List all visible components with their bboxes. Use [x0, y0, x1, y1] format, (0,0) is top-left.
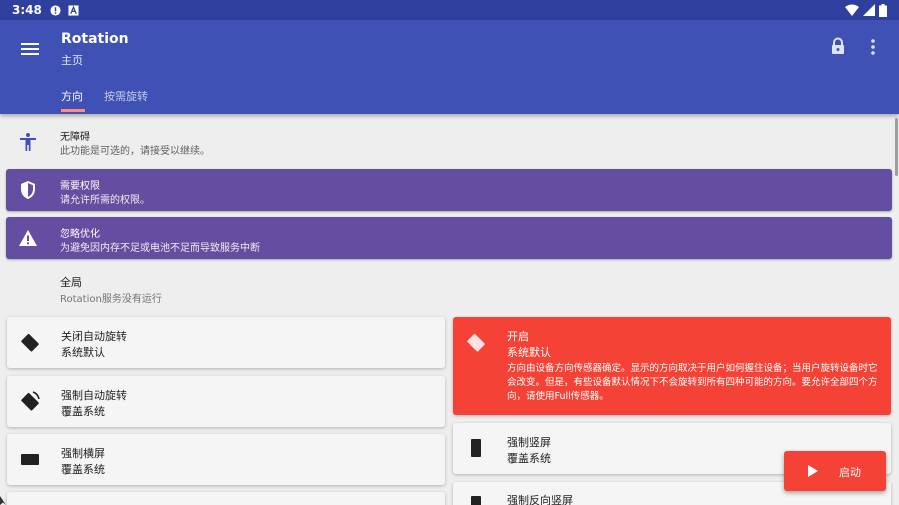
mouse-cursor-icon: [0, 496, 6, 505]
mode-subtitle: 覆盖系统: [507, 452, 551, 465]
warning-icon: [19, 230, 37, 246]
mode-auto-rotate-off[interactable]: 关闭自动旋转 系统默认: [7, 317, 445, 368]
reverse-portrait-icon: [471, 496, 481, 505]
menu-icon[interactable]: [18, 37, 42, 61]
more-vert-icon[interactable]: [864, 37, 882, 57]
mode-title: 开启: [507, 330, 529, 343]
lock-icon[interactable]: [829, 37, 847, 55]
status-bar: 3:48: [0, 0, 899, 20]
app-bar: Rotation 主页 方向 按需旋转: [0, 20, 899, 114]
optimization-title: 忽略优化: [60, 229, 100, 240]
scrollbar[interactable]: [895, 118, 898, 176]
permission-row[interactable]: 需要权限 请允许所需的权限。: [6, 169, 892, 211]
mode-description: 方向由设备方向传感器确定。显示的方向取决于用户如何握住设备；当用户旋转设备时它会…: [507, 363, 878, 402]
global-title: 全局: [60, 276, 82, 289]
play-icon: [808, 465, 818, 477]
tab-orientation[interactable]: 方向: [61, 88, 83, 104]
global-subtitle: Rotation服务没有运行: [60, 294, 162, 305]
mode-title: 强制反向竖屏: [507, 494, 573, 505]
landscape-icon: [21, 454, 39, 465]
shield-icon: [21, 181, 35, 199]
wifi-icon: [845, 4, 859, 16]
tab-on-demand-rotation[interactable]: 按需旋转: [104, 88, 148, 104]
start-button[interactable]: 启动: [784, 451, 886, 491]
permission-title: 需要权限: [60, 181, 100, 192]
mode-subtitle: 覆盖系统: [61, 463, 105, 476]
accessibility-row[interactable]: 无障碍 此功能是可选的，请接受以继续。: [6, 120, 892, 164]
mode-title: 强制自动旋转: [61, 389, 127, 402]
rotate-off-icon: [21, 333, 39, 352]
tab-indicator: [61, 109, 85, 112]
sensor-icon: [467, 333, 485, 352]
mode-subtitle: 系统默认: [61, 346, 105, 359]
accessibility-subtitle: 此功能是可选的，请接受以继续。: [60, 146, 210, 157]
permission-subtitle: 请允许所需的权限。: [60, 195, 150, 206]
alert-circle-icon: [50, 4, 61, 16]
start-button-label: 启动: [839, 466, 861, 479]
battery-icon: [879, 3, 887, 17]
global-row[interactable]: 全局 Rotation服务没有运行: [6, 268, 892, 308]
mode-title: 关闭自动旋转: [61, 330, 127, 343]
mode-subtitle: 系统默认: [507, 346, 551, 359]
mode-subtitle: 覆盖系统: [61, 405, 105, 418]
rotate-force-icon: [21, 391, 40, 411]
app-title: Rotation: [61, 31, 129, 47]
signal-icon: [863, 4, 875, 16]
optimization-subtitle: 为避免因内存不足或电池不足而导致服务中断: [60, 243, 260, 254]
portrait-icon: [471, 439, 481, 457]
mode-force-auto-rotate[interactable]: 强制自动旋转 覆盖系统: [7, 376, 445, 427]
mode-title: 强制横屏: [61, 447, 105, 460]
status-time: 3:48: [12, 3, 42, 17]
mode-title: 强制竖屏: [507, 436, 551, 449]
accessibility-title: 无障碍: [60, 132, 90, 143]
mode-force-landscape[interactable]: 强制横屏 覆盖系统: [7, 434, 445, 485]
a-box-icon: [68, 4, 79, 16]
mode-card-partial[interactable]: [7, 492, 445, 505]
battery-optimization-row[interactable]: 忽略优化 为避免因内存不足或电池不足而导致服务中断: [6, 217, 892, 259]
app-subtitle: 主页: [61, 54, 83, 67]
accessibility-icon: [20, 133, 36, 151]
mode-on[interactable]: 开启 系统默认 方向由设备方向传感器确定。显示的方向取决于用户如何握住设备；当用…: [453, 317, 891, 415]
